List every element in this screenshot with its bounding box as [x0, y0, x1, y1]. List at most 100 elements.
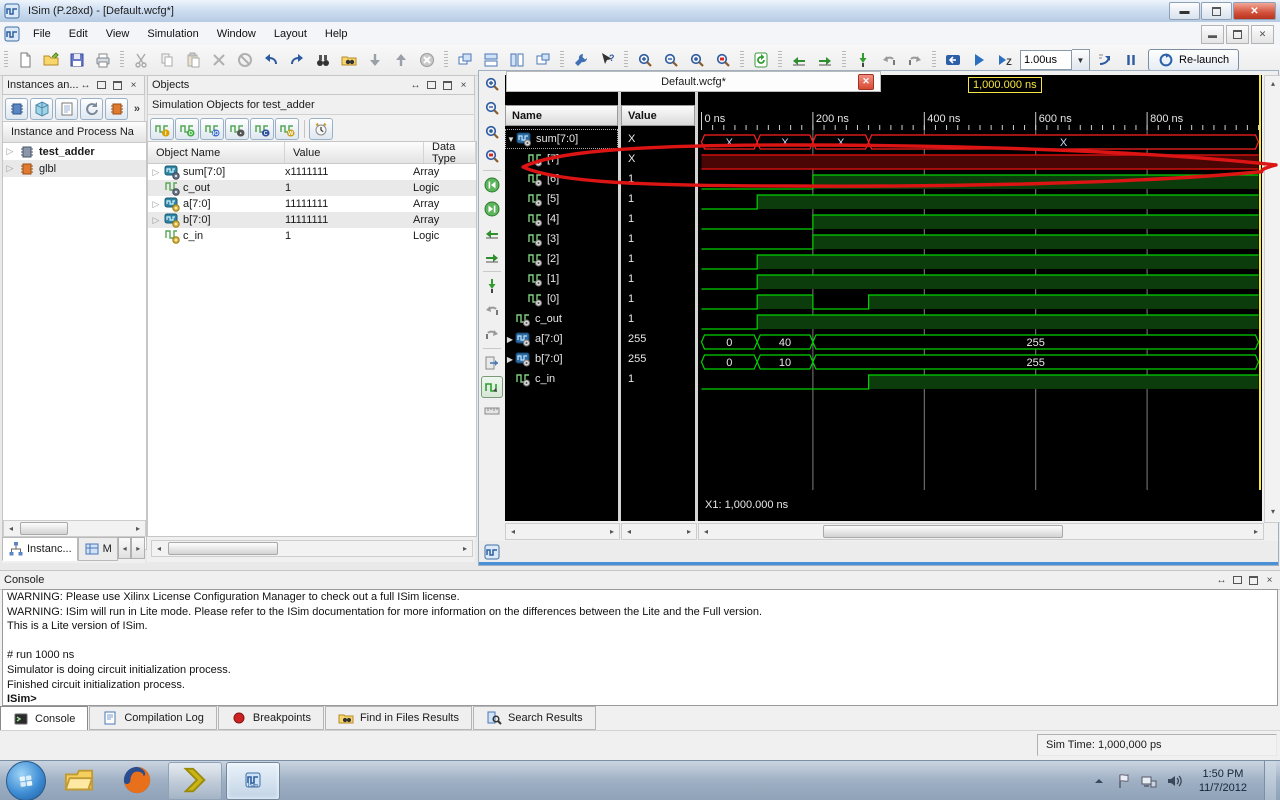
object-row-c_in[interactable]: c_in 1 Logic	[148, 228, 476, 244]
signal-value-2[interactable]: 1	[621, 249, 695, 269]
run-all-button[interactable]	[967, 48, 991, 72]
expander-collapsed-icon[interactable]: ▶	[505, 355, 515, 364]
signal-name-4[interactable]: [4]	[505, 209, 618, 229]
toolbar-drag-handle[interactable]	[842, 51, 846, 69]
wv-prev-marker-button[interactable]	[481, 299, 503, 321]
waveform-hscrollbar[interactable]: ◂ ▸	[698, 523, 1264, 540]
inst-filter-instances-button[interactable]	[5, 97, 28, 120]
start-button[interactable]	[6, 761, 46, 800]
signal-value-7[interactable]: X	[621, 149, 695, 169]
delete-button[interactable]	[207, 48, 231, 72]
signal-name-sum70[interactable]: ▼ sum[7:0]	[505, 129, 618, 149]
undo-button[interactable]	[259, 48, 283, 72]
toolbar-drag-handle[interactable]	[778, 51, 782, 69]
column-value[interactable]: Value	[285, 142, 424, 163]
find-in-files-button[interactable]	[337, 48, 361, 72]
menu-help[interactable]: Help	[316, 25, 357, 43]
signal-name-2[interactable]: [2]	[505, 249, 618, 269]
maximize-icon[interactable]	[1231, 574, 1244, 586]
paste-button[interactable]	[181, 48, 205, 72]
tab-scroll-right-button[interactable]: ▸	[131, 537, 145, 559]
child-minimize-button[interactable]: ▬	[1201, 25, 1224, 44]
value-column-header[interactable]: Value	[621, 105, 695, 126]
maximize-icon[interactable]	[95, 79, 108, 91]
column-object-name[interactable]: Object Name	[148, 142, 285, 163]
save-button[interactable]	[65, 48, 89, 72]
instance-item-glbl[interactable]: ▷ glbl	[3, 160, 146, 177]
undock-icon[interactable]: ↔	[409, 79, 422, 91]
wv-snap-transition-button[interactable]	[481, 376, 503, 398]
value-column-hscrollbar[interactable]: ◂ ▸	[621, 523, 697, 540]
expander-expanded-icon[interactable]: ▼	[506, 135, 516, 144]
restart-button[interactable]	[941, 48, 965, 72]
signal-name-1[interactable]: [1]	[505, 269, 618, 289]
tab-find-in-files-results[interactable]: Find in Files Results	[324, 706, 472, 730]
object-row-sum70[interactable]: ▷ sum[7:0] x1111111 Array	[148, 164, 476, 180]
show-desktop-button[interactable]	[1264, 761, 1276, 800]
instances-hscrollbar[interactable]: ◂ ▸	[3, 520, 146, 537]
inst-refresh-button[interactable]	[80, 97, 103, 120]
filter-internal-button[interactable]: •	[225, 117, 249, 140]
undock-icon[interactable]: ↔	[79, 79, 92, 91]
volume-icon[interactable]	[1166, 773, 1182, 789]
prev-marker-button[interactable]	[877, 48, 901, 72]
toolbar-drag-handle[interactable]	[624, 51, 628, 69]
restore-button[interactable]	[1201, 2, 1232, 20]
wv-goto-end-button[interactable]	[481, 198, 503, 220]
wv-float-signal-button[interactable]	[481, 352, 503, 374]
wv-zoom-in-button[interactable]	[481, 73, 503, 95]
signal-value-sum70[interactable]: X	[621, 129, 695, 149]
run-duration-dropdown[interactable]: ▼	[1072, 49, 1090, 71]
float-icon[interactable]	[441, 79, 454, 91]
filter-constants-button[interactable]: C	[250, 117, 274, 140]
objects-hscrollbar[interactable]: ◂ ▸	[151, 540, 473, 557]
filter-outputs-button[interactable]: O	[175, 117, 199, 140]
next-transition-button[interactable]	[813, 48, 837, 72]
break-button[interactable]	[1119, 48, 1143, 72]
print-button[interactable]	[91, 48, 115, 72]
more-buttons-chevron[interactable]: »	[134, 103, 140, 115]
panel-tab-instanc[interactable]: Instanc...	[2, 537, 78, 561]
wv-zoom-cursor-button[interactable]	[481, 145, 503, 167]
wv-measure-button[interactable]	[481, 400, 503, 422]
toolbar-drag-handle[interactable]	[740, 51, 744, 69]
ise-button[interactable]	[168, 762, 222, 800]
cascade-windows-button[interactable]	[453, 48, 477, 72]
menu-window[interactable]: Window	[208, 25, 265, 43]
menu-edit[interactable]: Edit	[60, 25, 97, 43]
menu-file[interactable]: File	[24, 25, 60, 43]
name-column-hscrollbar[interactable]: ◂ ▸	[505, 523, 620, 540]
tab-console[interactable]: Console	[0, 706, 89, 731]
expander-icon[interactable]: ▷	[5, 163, 15, 174]
clock-setup-button[interactable]	[309, 117, 333, 140]
taskbar-clock[interactable]: 1:50 PM 11/7/2012	[1191, 767, 1255, 795]
expander-icon[interactable]: ▷	[151, 199, 161, 210]
isim-button[interactable]: ISim	[226, 762, 280, 800]
signal-name-b70[interactable]: ▶ b[7:0]	[505, 349, 618, 369]
object-row-b70[interactable]: ▷ b[7:0] 11111111 Array	[148, 212, 476, 228]
expander-collapsed-icon[interactable]: ▶	[505, 335, 515, 344]
wv-next-transition-button[interactable]	[481, 246, 503, 268]
whats-this-button[interactable]: ?	[595, 48, 619, 72]
tab-compilation-log[interactable]: Compilation Log	[89, 706, 217, 730]
wv-goto-start-button[interactable]	[481, 174, 503, 196]
tab-close-icon[interactable]: ✕	[858, 73, 874, 90]
tile-horizontal-button[interactable]	[479, 48, 503, 72]
filter-inouts-button[interactable]: IO	[200, 117, 224, 140]
signal-name-3[interactable]: [3]	[505, 229, 618, 249]
copy-button[interactable]	[155, 48, 179, 72]
instance-item-test_adder[interactable]: ▷ test_adder	[3, 143, 146, 160]
zoom-out-button[interactable]	[659, 48, 683, 72]
name-value-splitter[interactable]	[618, 75, 621, 521]
tab-search-results[interactable]: Search Results	[473, 706, 596, 730]
new-button[interactable]	[13, 48, 37, 72]
object-row-c_out[interactable]: c_out 1 Logic	[148, 180, 476, 196]
toolbar-drag-handle[interactable]	[560, 51, 564, 69]
signal-value-1[interactable]: 1	[621, 269, 695, 289]
filter-variables-button[interactable]: W	[275, 117, 299, 140]
explorer-button[interactable]	[52, 762, 106, 800]
tab-breakpoints[interactable]: Breakpoints	[217, 706, 324, 730]
expander-icon[interactable]: ▷	[5, 146, 15, 157]
signal-value-4[interactable]: 1	[621, 209, 695, 229]
name-column-header[interactable]: Name	[505, 105, 618, 126]
